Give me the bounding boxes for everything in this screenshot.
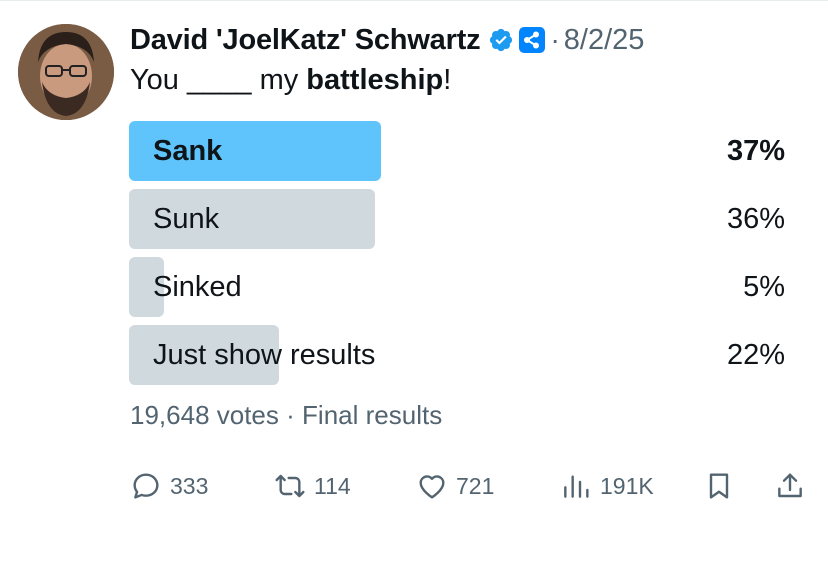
header-separator: · <box>550 24 560 55</box>
poll-option-sinked: Sinked 5% <box>129 257 787 317</box>
poll-option-label: Sunk <box>153 203 220 235</box>
poll-option-percent: 22% <box>726 339 785 371</box>
views-button[interactable]: 191K <box>560 466 654 506</box>
like-icon <box>419 475 445 499</box>
tweet-text: You ____ my battleship! <box>130 64 451 97</box>
reply-icon <box>133 473 159 499</box>
author-avatar[interactable] <box>18 24 114 120</box>
author-name[interactable]: David 'JoelKatz' Schwartz <box>130 24 481 57</box>
tweet-header: David 'JoelKatz' Schwartz · 8/2/25 <box>130 20 644 60</box>
poll-option-label: Sank <box>153 135 223 167</box>
poll-option-percent: 36% <box>726 203 785 235</box>
repost-button[interactable]: 114 <box>274 466 351 506</box>
tweet-text-prefix: You ____ my <box>130 64 307 96</box>
tweet-text-bold: battleship <box>306 64 444 96</box>
poll-status: Final results <box>302 400 443 430</box>
ripple-affiliate-icon[interactable] <box>518 26 546 54</box>
vote-count: 19,648 votes <box>130 400 279 430</box>
top-divider <box>0 0 828 1</box>
poll: Sank 37% Sunk 36% Sinked 5% Just show re… <box>129 121 787 393</box>
views-count: 191K <box>600 472 654 499</box>
poll-option-label: Just show results <box>153 339 376 371</box>
share-icon <box>778 473 802 498</box>
share-button[interactable] <box>774 466 806 506</box>
avatar-image <box>18 24 114 120</box>
bookmark-icon <box>709 473 729 499</box>
verified-badge-icon[interactable] <box>488 27 514 53</box>
like-count: 721 <box>456 472 495 499</box>
poll-option-sank: Sank 37% <box>129 121 787 181</box>
tweet-text-suffix: ! <box>443 64 452 96</box>
bookmark-button[interactable] <box>703 466 735 506</box>
reply-button[interactable]: 333 <box>130 466 208 506</box>
poll-summary-separator: · <box>286 400 295 430</box>
like-button[interactable]: 721 <box>416 466 494 506</box>
tweet-actions: 333 114 721 191K <box>130 466 810 506</box>
repost-icon <box>275 474 305 498</box>
repost-count: 114 <box>314 472 351 499</box>
poll-option-label: Sinked <box>153 271 242 303</box>
poll-summary: 19,648 votes · Final results <box>130 400 442 431</box>
reply-count: 333 <box>170 472 209 499</box>
poll-option-just-show-results: Just show results 22% <box>129 325 787 385</box>
poll-option-percent: 37% <box>726 135 785 167</box>
poll-option-sunk: Sunk 36% <box>129 189 787 249</box>
tweet-date[interactable]: 8/2/25 <box>564 24 645 57</box>
poll-option-percent: 5% <box>743 271 785 303</box>
views-icon <box>564 475 589 498</box>
